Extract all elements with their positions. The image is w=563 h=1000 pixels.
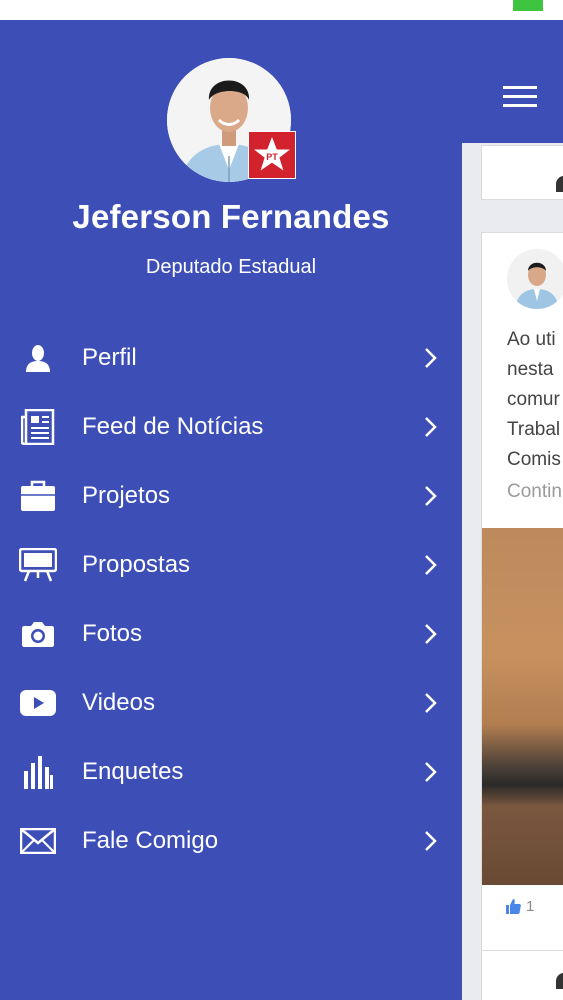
chevron-right-icon (425, 830, 437, 851)
menu-item-feed-de-noticias[interactable]: Feed de Notícias (0, 392, 462, 461)
menu-item-perfil[interactable]: Perfil (0, 323, 462, 392)
continue-reading-link[interactable]: Contin (507, 481, 562, 503)
chevron-right-icon (425, 416, 437, 437)
chevron-right-icon (425, 761, 437, 782)
chevron-right-icon (425, 692, 437, 713)
post-text-line: nesta (507, 359, 554, 380)
menu-item-label: Projetos (82, 481, 171, 509)
share-icon[interactable] (556, 176, 563, 192)
menu-item-fale-comigo[interactable]: Fale Comigo (0, 806, 462, 875)
drawer-menu: Perfil Feed de Notícias Projetos Propost… (0, 323, 462, 875)
easel-icon (19, 546, 57, 584)
post-text-line: Ao uti (507, 329, 556, 350)
person-icon (19, 339, 57, 377)
menu-item-label: Perfil (82, 343, 137, 371)
post-text-line: comur (507, 389, 560, 410)
chevron-right-icon (425, 623, 437, 644)
likes-count: 1 (526, 897, 535, 915)
menu-item-label: Propostas (82, 550, 191, 578)
profile-role: Deputado Estadual (145, 256, 317, 278)
post-photo[interactable] (482, 528, 563, 885)
party-badge-text: PT (266, 152, 278, 162)
menu-item-videos[interactable]: Videos (0, 668, 462, 737)
battery-icon (513, 0, 543, 11)
share-icon[interactable] (556, 973, 563, 989)
party-badge: PT (248, 131, 296, 179)
menu-item-label: Videos (82, 688, 155, 716)
feed-card[interactable] (481, 950, 563, 1000)
menu-item-label: Enquetes (82, 757, 184, 785)
camera-icon (19, 615, 57, 653)
hamburger-menu-icon[interactable] (503, 86, 537, 108)
navigation-drawer: PT Jeferson Fernandes Deputado Estadual … (0, 20, 462, 1000)
menu-item-propostas[interactable]: Propostas (0, 530, 462, 599)
profile-name: Jeferson Fernandes (72, 198, 390, 235)
chevron-right-icon (425, 485, 437, 506)
menu-item-label: Feed de Notícias (82, 412, 264, 440)
envelope-icon (19, 822, 57, 860)
background-app: Ao uti nesta comur Trabal Comis Contin 1 (462, 20, 563, 1000)
feed-card[interactable] (481, 145, 563, 200)
likes-indicator[interactable]: 1 (504, 897, 534, 915)
feed-card[interactable]: Ao uti nesta comur Trabal Comis Contin 1 (481, 232, 563, 994)
app-header (462, 20, 563, 143)
chevron-right-icon (425, 347, 437, 368)
menu-item-label: Fotos (82, 619, 143, 647)
newspaper-icon (19, 408, 57, 446)
status-bar (0, 0, 563, 20)
play-icon (19, 684, 57, 722)
menu-item-projetos[interactable]: Projetos (0, 461, 462, 530)
menu-item-enquetes[interactable]: Enquetes (0, 737, 462, 806)
post-avatar (507, 249, 563, 309)
bar-chart-icon (19, 753, 57, 791)
briefcase-icon (19, 477, 57, 515)
screen: Ao uti nesta comur Trabal Comis Contin 1 (0, 0, 563, 1000)
post-text-line: Comis (507, 449, 561, 470)
menu-item-label: Fale Comigo (82, 826, 219, 854)
post-text-line: Trabal (507, 419, 561, 440)
star-icon: PT (254, 137, 290, 171)
thumbs-up-icon (506, 899, 521, 914)
chevron-right-icon (425, 554, 437, 575)
menu-item-fotos[interactable]: Fotos (0, 599, 462, 668)
